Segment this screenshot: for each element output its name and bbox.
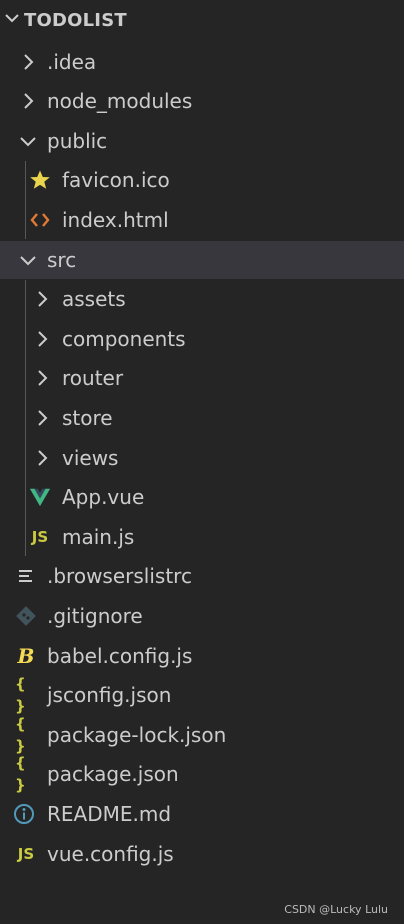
lines-icon bbox=[15, 565, 37, 587]
info-icon bbox=[13, 803, 35, 825]
babel-icon: B bbox=[17, 644, 35, 668]
chevron-down-icon bbox=[2, 8, 22, 28]
tree-file-readme[interactable]: README.md bbox=[0, 796, 404, 832]
tree-item-label: main.js bbox=[62, 525, 135, 549]
tree-folder-router[interactable]: router bbox=[0, 360, 404, 396]
tree-folder-components[interactable]: components bbox=[0, 321, 404, 357]
tree-item-label: src bbox=[47, 248, 77, 272]
git-icon bbox=[15, 605, 37, 627]
tree-item-label: .gitignore bbox=[47, 604, 143, 628]
tree-item-label: index.html bbox=[62, 208, 169, 232]
tree-item-label: views bbox=[62, 446, 119, 470]
tree-folder-node-modules[interactable]: node_modules bbox=[0, 83, 404, 119]
chevron-down-icon bbox=[17, 130, 39, 152]
chevron-right-icon bbox=[17, 90, 39, 112]
watermark: CSDN @Lucky Lulu bbox=[284, 903, 388, 916]
chevron-right-icon bbox=[31, 288, 53, 310]
tree-file-index-html[interactable]: index.html bbox=[0, 202, 404, 238]
tree-item-label: store bbox=[62, 406, 113, 430]
json-icon: { } bbox=[15, 754, 26, 794]
tree-item-label: assets bbox=[62, 287, 126, 311]
file-explorer: TODOLIST .idea node_modules public favic… bbox=[0, 0, 404, 924]
js-icon: JS bbox=[17, 845, 35, 863]
tree-folder-views[interactable]: views bbox=[0, 440, 404, 476]
tree-item-label: components bbox=[62, 327, 186, 351]
tree-item-label: babel.config.js bbox=[47, 644, 193, 668]
root-folder-label: TODOLIST bbox=[24, 10, 127, 31]
tree-item-label: .idea bbox=[47, 50, 97, 74]
vue-icon bbox=[29, 486, 51, 508]
root-folder-header[interactable]: TODOLIST bbox=[0, 2, 404, 38]
tree-file-gitignore[interactable]: .gitignore bbox=[0, 598, 404, 634]
html-icon bbox=[29, 209, 51, 231]
tree-item-label: package-lock.json bbox=[47, 723, 227, 747]
star-icon bbox=[29, 169, 51, 191]
tree-item-label: favicon.ico bbox=[62, 168, 170, 192]
tree-file-vue-config[interactable]: JS vue.config.js bbox=[0, 836, 404, 872]
tree-file-main-js[interactable]: JS main.js bbox=[0, 519, 404, 555]
tree-item-label: public bbox=[47, 129, 108, 153]
tree-file-package-lock-json[interactable]: { } package-lock.json bbox=[0, 715, 404, 755]
tree-file-app-vue[interactable]: App.vue bbox=[0, 479, 404, 515]
chevron-down-icon bbox=[17, 249, 39, 271]
json-icon: { } bbox=[15, 715, 26, 755]
tree-folder-store[interactable]: store bbox=[0, 400, 404, 436]
tree-file-babel-config[interactable]: B babel.config.js bbox=[0, 638, 404, 674]
tree-file-package-json[interactable]: { } package.json bbox=[0, 754, 404, 794]
tree-item-label: node_modules bbox=[47, 89, 193, 113]
chevron-right-icon bbox=[17, 51, 39, 73]
tree-item-label: jsconfig.json bbox=[47, 683, 172, 707]
tree-file-favicon[interactable]: favicon.ico bbox=[0, 162, 404, 198]
tree-folder-idea[interactable]: .idea bbox=[0, 44, 404, 80]
tree-item-label: vue.config.js bbox=[47, 842, 174, 866]
tree-item-label: package.json bbox=[47, 762, 179, 786]
tree-item-label: .browserslistrc bbox=[47, 564, 192, 588]
chevron-right-icon bbox=[31, 407, 53, 429]
chevron-right-icon bbox=[31, 328, 53, 350]
tree-item-label: README.md bbox=[47, 802, 172, 826]
tree-item-label: App.vue bbox=[62, 485, 145, 509]
js-icon: JS bbox=[31, 528, 49, 546]
tree-item-label: router bbox=[62, 366, 124, 390]
chevron-right-icon bbox=[31, 447, 53, 469]
tree-folder-assets[interactable]: assets bbox=[0, 281, 404, 317]
json-icon: { } bbox=[15, 675, 26, 715]
tree-folder-src[interactable]: src bbox=[0, 241, 404, 279]
chevron-right-icon bbox=[31, 367, 53, 389]
tree-file-jsconfig-json[interactable]: { } jsconfig.json bbox=[0, 675, 404, 715]
tree-folder-public[interactable]: public bbox=[0, 123, 404, 159]
tree-file-browserslistrc[interactable]: .browserslistrc bbox=[0, 558, 404, 594]
